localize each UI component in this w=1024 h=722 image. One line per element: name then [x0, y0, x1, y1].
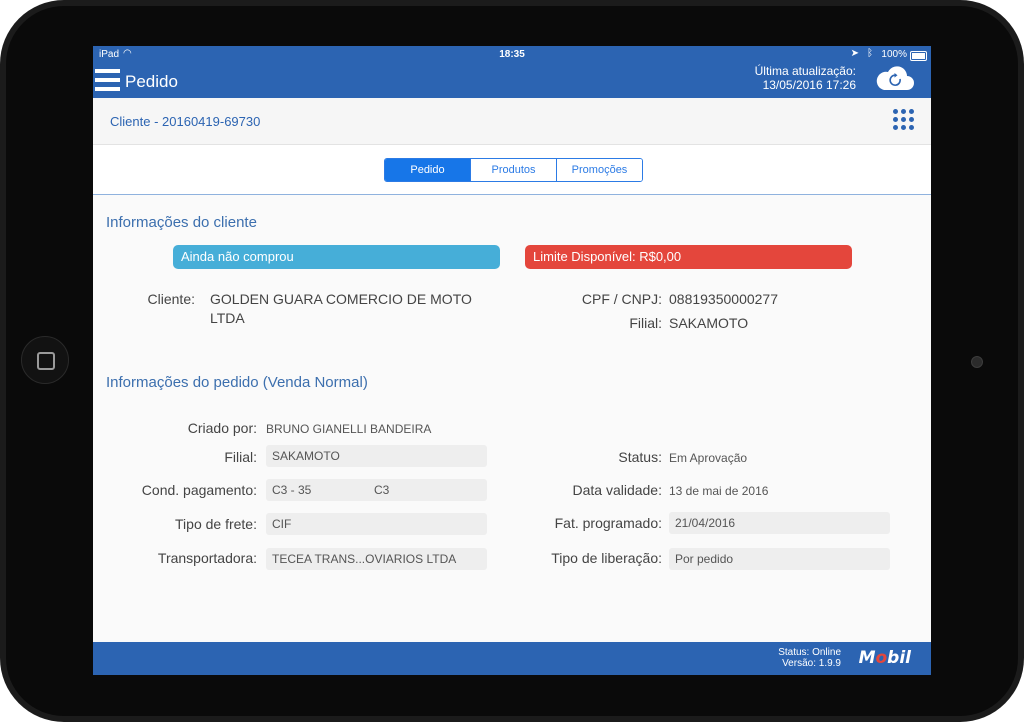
status-value: Em Aprovação [669, 451, 748, 465]
cond-pagamento-value: C3 [374, 483, 390, 497]
tipo-liberacao-label: Tipo de liberação: [551, 550, 662, 566]
menu-icon[interactable] [95, 69, 120, 91]
tab-produtos[interactable]: Produtos [470, 159, 556, 181]
client-code: Cliente - 20160419-69730 [110, 114, 261, 129]
criado-por-value: BRUNO GIANELLI BANDEIRA [266, 422, 432, 436]
credit-limit-badge: Limite Disponível: R$0,00 [525, 245, 852, 269]
filial-label: Filial: [224, 449, 257, 465]
mobil-logo: Mobil [858, 648, 911, 668]
nav-bar: Pedido Última atualização: 13/05/2016 17… [93, 64, 931, 98]
page-title: Pedido [125, 72, 178, 91]
cliente-value-line1: GOLDEN GUARA COMERCIO DE MOTO [210, 291, 472, 307]
last-update: Última atualização: 13/05/2016 17:26 [755, 64, 856, 92]
client-header: Cliente - 20160419-69730 [93, 98, 931, 145]
order-content: Informações do cliente Ainda não comprou… [93, 195, 931, 642]
purchase-status-badge: Ainda não comprou [173, 245, 500, 269]
apps-grid-icon[interactable] [893, 109, 915, 131]
connection-info: Status: Online Versão: 1.9.9 [778, 647, 841, 669]
filial-field[interactable]: SAKAMOTO [266, 445, 487, 467]
app-version: Versão: 1.9.9 [782, 658, 841, 669]
ipad-frame: iPad ◠ 18:35 ➤ ᛒ 100% Pedido Última atua… [0, 0, 1024, 722]
clock: 18:35 [499, 49, 525, 60]
cond-pagamento-label: Cond. pagamento: [141, 482, 257, 498]
transportadora-field[interactable]: TECEA TRANS...OVIARIOS LTDA [266, 548, 487, 570]
order-info-title: Informações do pedido (Venda Normal) [106, 374, 368, 391]
cpf-label: CPF / CNPJ: [581, 291, 662, 307]
fat-programado-label: Fat. programado: [554, 515, 662, 531]
tab-promocoes[interactable]: Promoções [556, 159, 642, 181]
cloud-sync-icon[interactable] [875, 64, 915, 92]
tipo-liberacao-field[interactable]: Por pedido [669, 548, 890, 570]
status-label: Status: [618, 449, 662, 465]
cliente-value-line2: LTDA [210, 310, 245, 326]
criado-por-label: Criado por: [187, 420, 257, 436]
front-camera [971, 356, 983, 368]
cliente-label: Cliente: [147, 291, 195, 307]
ios-status-bar: iPad ◠ 18:35 ➤ ᛒ 100% [93, 46, 931, 64]
client-filial-value: SAKAMOTO [669, 315, 749, 331]
data-validade-value: 13 de mai de 2016 [669, 484, 769, 498]
transportadora-label: Transportadora: [157, 550, 257, 566]
tipo-frete-label: Tipo de frete: [175, 516, 257, 532]
app-screen: iPad ◠ 18:35 ➤ ᛒ 100% Pedido Última atua… [93, 46, 931, 675]
tab-pedido[interactable]: Pedido [385, 159, 470, 181]
connection-status: Status: Online [778, 647, 841, 658]
battery-icon [910, 51, 927, 61]
home-square-icon [37, 352, 55, 370]
tipo-frete-field[interactable]: CIF [266, 513, 487, 535]
data-validade-label: Data validade: [572, 482, 662, 498]
footer-bar: Status: Online Versão: 1.9.9 Mobil [93, 642, 931, 675]
battery-percent: 100% [881, 49, 907, 60]
cond-pagamento-field[interactable]: C3 - 35 C3 [266, 479, 487, 501]
fat-programado-field[interactable]: 21/04/2016 [669, 512, 890, 534]
client-info-title: Informações do cliente [106, 214, 257, 231]
bluetooth-icon: ᛒ [867, 48, 873, 59]
cond-pagamento-code: C3 - 35 [272, 483, 312, 497]
location-arrow-icon: ➤ [850, 48, 859, 59]
home-button[interactable] [21, 336, 69, 384]
cpf-value: 08819350000277 [669, 291, 779, 307]
client-filial-label: Filial: [629, 315, 662, 331]
segmented-tabs: Pedido Produtos Promoções [384, 158, 643, 182]
last-update-value: 13/05/2016 17:26 [762, 78, 856, 92]
last-update-label: Última atualização: [754, 64, 856, 78]
